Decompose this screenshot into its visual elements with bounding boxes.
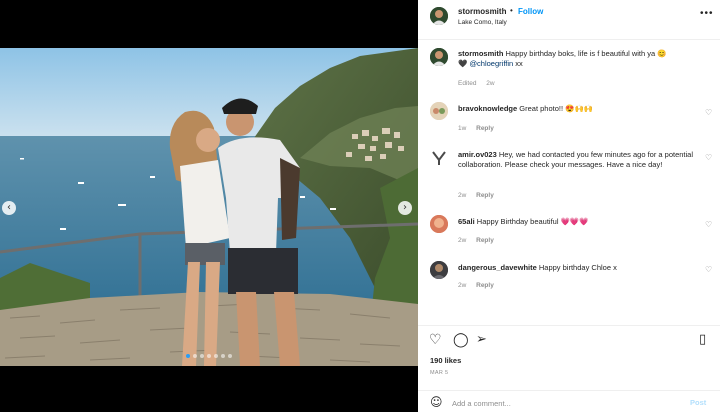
comment-username[interactable]: amir.ov023	[458, 150, 497, 159]
likes-count[interactable]: 190 likes	[430, 356, 461, 365]
caption-time: 2w	[486, 80, 495, 87]
comment-meta: 2w Reply	[458, 192, 502, 199]
reply-button[interactable]: Reply	[476, 282, 494, 289]
caption-body: Happy birthday boks, life is f beautiful…	[505, 49, 667, 58]
caption-username[interactable]: stormosmith	[458, 49, 503, 58]
post-actions: ♡ ◯ ➢ ▯ 190 likes MAR 5 ☺ Post	[418, 325, 720, 412]
post-date: MAR 5	[430, 370, 449, 376]
avatar[interactable]	[430, 102, 448, 120]
carousel-dot	[186, 354, 190, 358]
carousel-dots	[0, 354, 418, 358]
bookmark-icon[interactable]: ▯	[699, 332, 706, 347]
post-media-panel: ‹ ›	[0, 0, 418, 412]
post-comment-button[interactable]: Post	[690, 398, 706, 407]
comment-bubble-icon[interactable]: ◯	[453, 332, 469, 348]
follow-button[interactable]: Follow	[518, 7, 543, 16]
caption-edited: Edited	[458, 80, 477, 87]
comment-time: 1w	[458, 125, 467, 132]
comment-username[interactable]: bravoknowledge	[458, 104, 517, 113]
header-separator: •	[510, 6, 513, 15]
avatar[interactable]	[430, 261, 448, 279]
comment-username[interactable]: dangerous_davewhite	[458, 263, 537, 272]
carousel-next-icon[interactable]: ›	[398, 201, 412, 215]
comment-body: Happy Birthday beautiful 💗💗💗	[476, 217, 589, 226]
carousel-dot	[200, 354, 204, 358]
carousel-dot	[193, 354, 197, 358]
comment-time: 2w	[458, 237, 467, 244]
comment-text: bravoknowledge Great photo!! 😍🙌🙌	[458, 104, 696, 114]
like-heart-icon[interactable]: ♡	[429, 332, 442, 348]
avatar-image	[430, 102, 448, 120]
avatar-image	[430, 261, 448, 279]
caption-mention[interactable]: @chloegriffin	[469, 59, 513, 68]
post-header: stormosmith • Follow Lake Como, Italy ••…	[418, 0, 720, 40]
emoji-icon[interactable]: ☺	[430, 395, 443, 409]
comment-time: 2w	[458, 192, 467, 199]
comment-text: dangerous_davewhite Happy birthday Chloe…	[458, 263, 696, 273]
caption-line2-symbol: 🖤	[458, 59, 468, 68]
avatar[interactable]	[430, 48, 448, 66]
comment-body: Great photo!! 😍🙌🙌	[519, 104, 594, 113]
comment-time: 2w	[458, 282, 467, 289]
avatar-image	[430, 215, 448, 233]
more-options-icon[interactable]: •••	[700, 8, 714, 19]
comment-meta: 1w Reply	[458, 125, 502, 132]
carousel-dot	[228, 354, 232, 358]
avatar[interactable]	[430, 7, 448, 25]
like-comment-heart-icon[interactable]: ♡	[705, 153, 712, 162]
location-link[interactable]: Lake Como, Italy	[458, 19, 507, 26]
add-comment-input[interactable]	[452, 396, 672, 410]
comment-meta: 2w Reply	[458, 237, 502, 244]
header-username[interactable]: stormosmith	[458, 7, 506, 16]
add-comment-bar: ☺ Post	[418, 390, 720, 412]
reply-button[interactable]: Reply	[476, 237, 494, 244]
caption-text: stormosmith Happy birthday boks, life is…	[458, 49, 696, 69]
reply-button[interactable]: Reply	[476, 192, 494, 199]
share-send-icon[interactable]: ➢	[476, 332, 487, 347]
comment-text: 65ali Happy Birthday beautiful 💗💗💗	[458, 217, 696, 227]
carousel-dot	[221, 354, 225, 358]
comment-body: Happy birthday Chloe x	[538, 263, 617, 272]
avatar-image	[430, 48, 448, 66]
comment-text: amir.ov023 Hey, we had contacted you few…	[458, 150, 696, 170]
instagram-post-modal: ‹ › stormosmith • Follow Lake Como, Ital…	[0, 0, 720, 412]
avatar-image	[430, 7, 448, 25]
avatar[interactable]	[430, 215, 448, 233]
carousel-prev-icon[interactable]: ‹	[2, 201, 16, 215]
like-comment-heart-icon[interactable]: ♡	[705, 265, 712, 274]
photo-illustration	[0, 48, 418, 366]
caption-suffix: xx	[515, 59, 523, 68]
caption-meta: Edited 2w	[458, 80, 503, 87]
reply-button[interactable]: Reply	[476, 125, 494, 132]
comment-meta: 2w Reply	[458, 282, 502, 289]
like-comment-heart-icon[interactable]: ♡	[705, 108, 712, 117]
avatar-image	[430, 149, 448, 167]
comment-username[interactable]: 65ali	[458, 217, 475, 226]
post-photo[interactable]	[0, 48, 418, 366]
carousel-dot	[207, 354, 211, 358]
carousel-dot	[214, 354, 218, 358]
post-details-panel: stormosmith • Follow Lake Como, Italy ••…	[418, 0, 720, 412]
avatar[interactable]	[430, 149, 448, 167]
like-comment-heart-icon[interactable]: ♡	[705, 220, 712, 229]
